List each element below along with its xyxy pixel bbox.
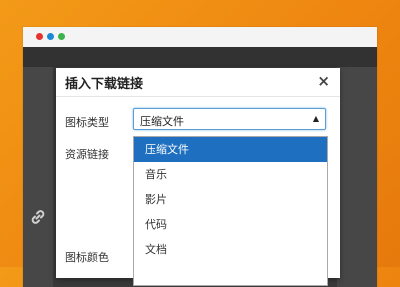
chevron-up-icon: ▲ [312,114,319,123]
dialog-title: 插入下载链接 [65,77,144,92]
close-window-button[interactable] [36,33,43,40]
dropdown-option-archive[interactable]: 压缩文件 [134,137,327,162]
icon-type-dropdown: 压缩文件 音乐 影片 代码 文档 [133,136,328,286]
dropdown-option-document[interactable]: 文档 [134,237,327,262]
close-button[interactable]: × [317,72,330,90]
insert-download-link-dialog: 插入下载链接 × 图标类型 压缩文件 ▲ 资源链接 图标颜色 压缩文件 音乐 影… [56,68,340,286]
editor-toolbar [23,47,377,67]
icon-color-label: 图标颜色 [65,251,109,264]
dropdown-option-video[interactable]: 影片 [134,187,327,212]
dropdown-option-music[interactable]: 音乐 [134,162,327,187]
dialog-header: 插入下载链接 × [56,68,340,97]
dropdown-option-code[interactable]: 代码 [134,212,327,237]
resource-link-label: 资源链接 [65,148,109,161]
minimize-window-button[interactable] [47,33,54,40]
editor-background-left [23,67,53,287]
icon-type-select-value: 压缩文件 [140,115,184,128]
icon-type-select[interactable]: 压缩文件 ▲ [133,108,326,130]
link-icon[interactable] [30,209,46,225]
maximize-window-button[interactable] [58,33,65,40]
window-titlebar [23,27,377,47]
icon-type-label: 图标类型 [65,116,109,129]
editor-background-right [337,67,377,287]
